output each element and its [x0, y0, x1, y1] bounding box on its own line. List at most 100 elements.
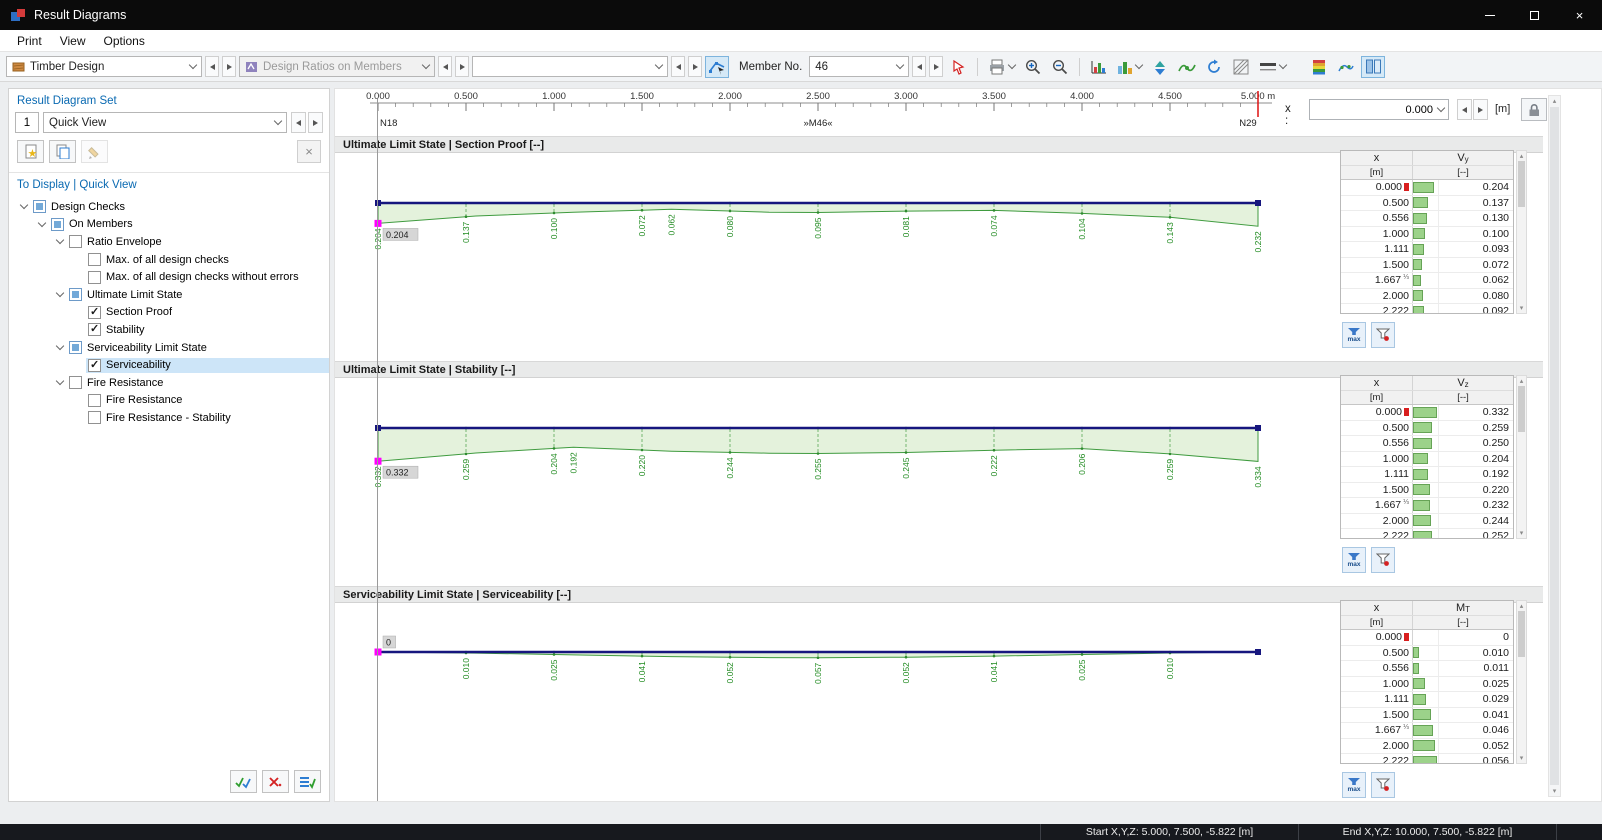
- table-row[interactable]: 0.556 0.250: [1341, 436, 1513, 452]
- table-row[interactable]: 2.000 0.244: [1341, 513, 1513, 529]
- table-row[interactable]: 0.556 0.130: [1341, 211, 1513, 227]
- member-prev-button[interactable]: [912, 56, 927, 77]
- scrollbar-thumb[interactable]: [1518, 611, 1525, 657]
- expander-icon[interactable]: [55, 376, 65, 386]
- table-row[interactable]: 1.500 0.041: [1341, 707, 1513, 723]
- scroll-up-icon[interactable]: ▴: [1517, 601, 1526, 611]
- clear-member-button[interactable]: [946, 56, 970, 78]
- member-no-combo[interactable]: 46: [809, 56, 910, 77]
- result-table[interactable]: x Vy [m] [--] 0.000 0.204 0.500 0.137 0.556 0.130…: [1340, 150, 1514, 314]
- table-scrollbar[interactable]: ▴ ▾: [1516, 375, 1527, 539]
- menu-print[interactable]: Print: [8, 32, 51, 50]
- x-next-button[interactable]: [1473, 99, 1488, 120]
- lock-x-button[interactable]: [1521, 98, 1547, 121]
- menu-options[interactable]: Options: [94, 32, 153, 50]
- table-row[interactable]: 1.667 ⅓ 0.046: [1341, 723, 1513, 739]
- extreme-values-filter-button[interactable]: [1371, 322, 1395, 348]
- diagram-colors-button[interactable]: [1087, 56, 1111, 78]
- table-row[interactable]: 0.500 0.010: [1341, 645, 1513, 661]
- module-next-button[interactable]: [222, 56, 236, 77]
- filter-members-button[interactable]: [1148, 56, 1172, 78]
- table-row[interactable]: 1.000 0.100: [1341, 226, 1513, 242]
- menu-view[interactable]: View: [51, 32, 95, 50]
- result-set-prev-button[interactable]: [671, 56, 685, 77]
- tree-item[interactable]: On Members: [9, 216, 329, 234]
- extreme-values-filter-button[interactable]: [1371, 772, 1395, 798]
- expander-icon[interactable]: [55, 341, 65, 351]
- scrollbar-thumb[interactable]: [1518, 386, 1525, 432]
- refresh-results-button[interactable]: [1202, 56, 1226, 78]
- module-prev-button[interactable]: [205, 56, 219, 77]
- table-row[interactable]: 0.000 0.332: [1341, 405, 1513, 421]
- tree-item[interactable]: Ratio Envelope: [9, 233, 329, 251]
- table-row[interactable]: 2.222 0.092: [1341, 304, 1513, 313]
- color-scale-button[interactable]: [1307, 56, 1331, 78]
- pick-member-button[interactable]: [705, 55, 729, 78]
- check-all-button[interactable]: [230, 770, 257, 793]
- checkbox-empty[interactable]: [69, 235, 82, 249]
- smooth-results-button[interactable]: [1175, 56, 1199, 78]
- zoom-in-button[interactable]: [1021, 56, 1045, 78]
- table-row[interactable]: 2.222 0.252: [1341, 529, 1513, 538]
- member-next-button[interactable]: [929, 56, 944, 77]
- tree-item[interactable]: Fire Resistance: [9, 374, 329, 392]
- tree-item[interactable]: Serviceability Limit State: [9, 339, 329, 357]
- max-filter-button[interactable]: max: [1342, 322, 1366, 348]
- scroll-down-icon[interactable]: ▾: [1517, 303, 1526, 313]
- checkbox-empty[interactable]: [69, 376, 82, 390]
- expander-icon[interactable]: [37, 218, 47, 228]
- table-row[interactable]: 0.000 0: [1341, 630, 1513, 646]
- checkbox-partial[interactable]: [69, 341, 82, 355]
- scroll-up-icon[interactable]: ▴: [1517, 151, 1526, 161]
- checkbox-partial[interactable]: [69, 288, 82, 302]
- scroll-down-icon[interactable]: ▾: [1549, 786, 1560, 796]
- result-type-combo[interactable]: Design Ratios on Members: [239, 56, 435, 77]
- table-row[interactable]: 1.667 ⅓ 0.232: [1341, 498, 1513, 514]
- table-row[interactable]: 1.500 0.220: [1341, 482, 1513, 498]
- table-row[interactable]: 1.000 0.204: [1341, 451, 1513, 467]
- table-scrollbar[interactable]: ▴ ▾: [1516, 600, 1527, 764]
- tree-item[interactable]: Max. of all design checks without errors: [9, 268, 329, 286]
- print-button[interactable]: [985, 56, 1018, 78]
- result-values-button[interactable]: [1334, 56, 1358, 78]
- checkbox-empty[interactable]: [88, 270, 101, 284]
- checkbox-empty[interactable]: [88, 253, 101, 267]
- scroll-down-icon[interactable]: ▾: [1517, 753, 1526, 763]
- tree-item[interactable]: Section Proof: [9, 304, 329, 322]
- checkbox-checked[interactable]: [88, 358, 101, 372]
- tree-item[interactable]: Ultimate Limit State: [9, 286, 329, 304]
- checkbox-empty[interactable]: [88, 393, 101, 407]
- checkbox-checked[interactable]: [88, 322, 101, 337]
- checkbox-partial[interactable]: [51, 217, 64, 231]
- x-input[interactable]: 0.000: [1309, 99, 1449, 120]
- edit-set-button[interactable]: [81, 140, 108, 163]
- extreme-values-filter-button[interactable]: [1371, 547, 1395, 573]
- close-button[interactable]: ×: [1557, 0, 1602, 30]
- panel-layout-button[interactable]: [1361, 55, 1386, 78]
- set-next-button[interactable]: [308, 112, 323, 133]
- table-scrollbar[interactable]: ▴ ▾: [1516, 150, 1527, 314]
- expander-icon[interactable]: [19, 201, 29, 210]
- expander-icon[interactable]: [55, 289, 65, 298]
- table-row[interactable]: 2.222 0.056: [1341, 754, 1513, 763]
- table-row[interactable]: 0.000 0.204: [1341, 180, 1513, 196]
- checkbox-checked[interactable]: [88, 305, 101, 319]
- scroll-down-icon[interactable]: ▾: [1517, 528, 1526, 538]
- tree-item[interactable]: Max. of all design checks: [9, 251, 329, 269]
- minimize-button[interactable]: [1467, 0, 1512, 30]
- checkbox-empty[interactable]: [88, 411, 101, 425]
- set-name-combo[interactable]: Quick View: [43, 112, 287, 133]
- new-set-button[interactable]: ★: [17, 140, 44, 163]
- max-filter-button[interactable]: max: [1342, 547, 1366, 573]
- delete-set-button[interactable]: ×: [297, 140, 321, 163]
- set-prev-button[interactable]: [291, 112, 306, 133]
- module-combo[interactable]: Timber Design: [6, 56, 202, 77]
- tree-item[interactable]: Stability: [9, 321, 329, 339]
- table-row[interactable]: 1.500 0.072: [1341, 257, 1513, 273]
- main-scrollbar[interactable]: ▴ ▾: [1548, 95, 1561, 797]
- table-row[interactable]: 0.556 0.011: [1341, 661, 1513, 677]
- result-type-prev-button[interactable]: [438, 56, 452, 77]
- x-prev-button[interactable]: [1457, 99, 1472, 120]
- uncheck-all-button[interactable]: [262, 770, 289, 793]
- max-filter-button[interactable]: max: [1342, 772, 1366, 798]
